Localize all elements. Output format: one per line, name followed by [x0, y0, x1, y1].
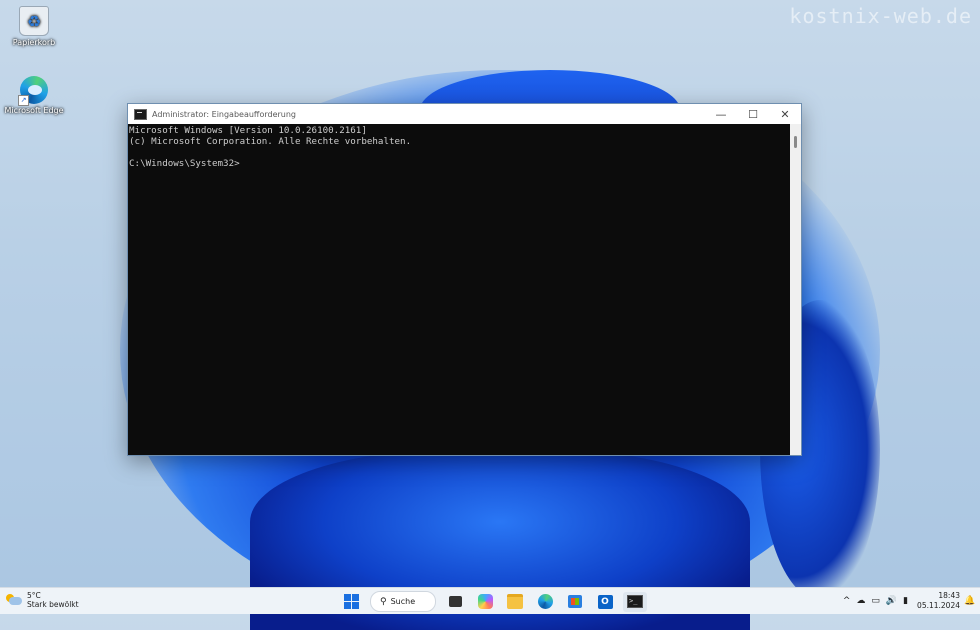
outlook-button[interactable]: O — [593, 592, 617, 612]
shortcut-arrow-icon: ↗ — [18, 95, 29, 106]
cmd-icon — [134, 108, 147, 120]
terminal-button[interactable]: >_ — [623, 591, 647, 612]
copilot-icon — [477, 594, 493, 609]
edge-icon: ↗ — [18, 76, 48, 106]
clock[interactable]: 18:43 05.11.2024 — [917, 591, 960, 611]
console-prompt: C:\Windows\System32> — [129, 158, 240, 169]
weather-temp: 5°C — [27, 591, 41, 600]
weather-cloudy-icon — [6, 594, 22, 606]
close-button[interactable]: ✕ — [769, 104, 801, 124]
show-hidden-icons-chevron-icon[interactable]: ^ — [843, 596, 851, 606]
console-output[interactable]: Microsoft Windows [Version 10.0.26100.21… — [128, 124, 790, 455]
scrollbar-thumb[interactable] — [794, 136, 797, 148]
edge-button[interactable] — [533, 592, 557, 612]
console-line: (c) Microsoft Corporation. Alle Rechte v… — [129, 136, 412, 147]
desktop-icon-label: Papierkorb — [12, 38, 56, 47]
clock-date: 05.11.2024 — [917, 601, 960, 610]
terminal-icon: >_ — [627, 595, 643, 608]
task-view-icon — [448, 593, 462, 607]
volume-icon[interactable]: 🔊 — [886, 596, 897, 606]
search-label: Suche — [390, 597, 416, 606]
store-button[interactable] — [563, 592, 587, 612]
battery-icon[interactable]: ▮ — [903, 596, 908, 606]
weather-condition: Stark bewölkt — [27, 600, 79, 609]
system-tray: ^ ☁ ▭ 🔊 ▮ 18:43 05.11.2024 🔔 — [840, 588, 980, 614]
folder-icon — [507, 594, 523, 609]
notification-bell-icon[interactable]: 🔔 — [964, 596, 975, 606]
watermark: kostnix-web.de — [789, 4, 972, 28]
taskbar-apps: ⚲ Suche O >_ — [336, 591, 650, 612]
window-title: Administrator: Eingabeaufforderung — [152, 109, 296, 119]
start-button[interactable] — [339, 592, 363, 612]
file-explorer-button[interactable] — [503, 592, 527, 612]
taskbar: 5°C Stark bewölkt ⚲ Suche O >_ ^ ☁ ▭ 🔊 ▮… — [0, 587, 980, 614]
desktop-icon-edge[interactable]: ↗ Microsoft Edge — [2, 76, 66, 115]
title-bar[interactable]: Administrator: Eingabeaufforderung — ☐ ✕ — [128, 104, 801, 124]
search-icon: ⚲ — [380, 596, 387, 607]
edge-icon — [537, 594, 553, 609]
recycle-bin-icon: ♻ — [19, 6, 49, 36]
onedrive-cloud-icon[interactable]: ☁ — [856, 596, 865, 606]
cmd-window[interactable]: Administrator: Eingabeaufforderung — ☐ ✕… — [127, 103, 802, 456]
outlook-icon: O — [597, 594, 613, 609]
desktop-icon-recycle-bin[interactable]: ♻ Papierkorb — [2, 6, 66, 47]
copilot-button[interactable] — [473, 592, 497, 612]
maximize-button[interactable]: ☐ — [737, 104, 769, 124]
task-view-button[interactable] — [443, 592, 467, 612]
desktop-icon-label: Microsoft Edge — [4, 106, 64, 115]
display-icon[interactable]: ▭ — [871, 596, 880, 606]
store-icon — [568, 595, 582, 608]
search-box[interactable]: ⚲ Suche — [370, 591, 436, 612]
minimize-button[interactable]: — — [705, 104, 737, 124]
console-line: Microsoft Windows [Version 10.0.26100.21… — [129, 125, 367, 136]
windows-logo-icon — [343, 594, 359, 609]
scrollbar[interactable] — [790, 124, 801, 455]
clock-time: 18:43 — [938, 591, 960, 600]
weather-widget[interactable]: 5°C Stark bewölkt — [6, 591, 79, 609]
